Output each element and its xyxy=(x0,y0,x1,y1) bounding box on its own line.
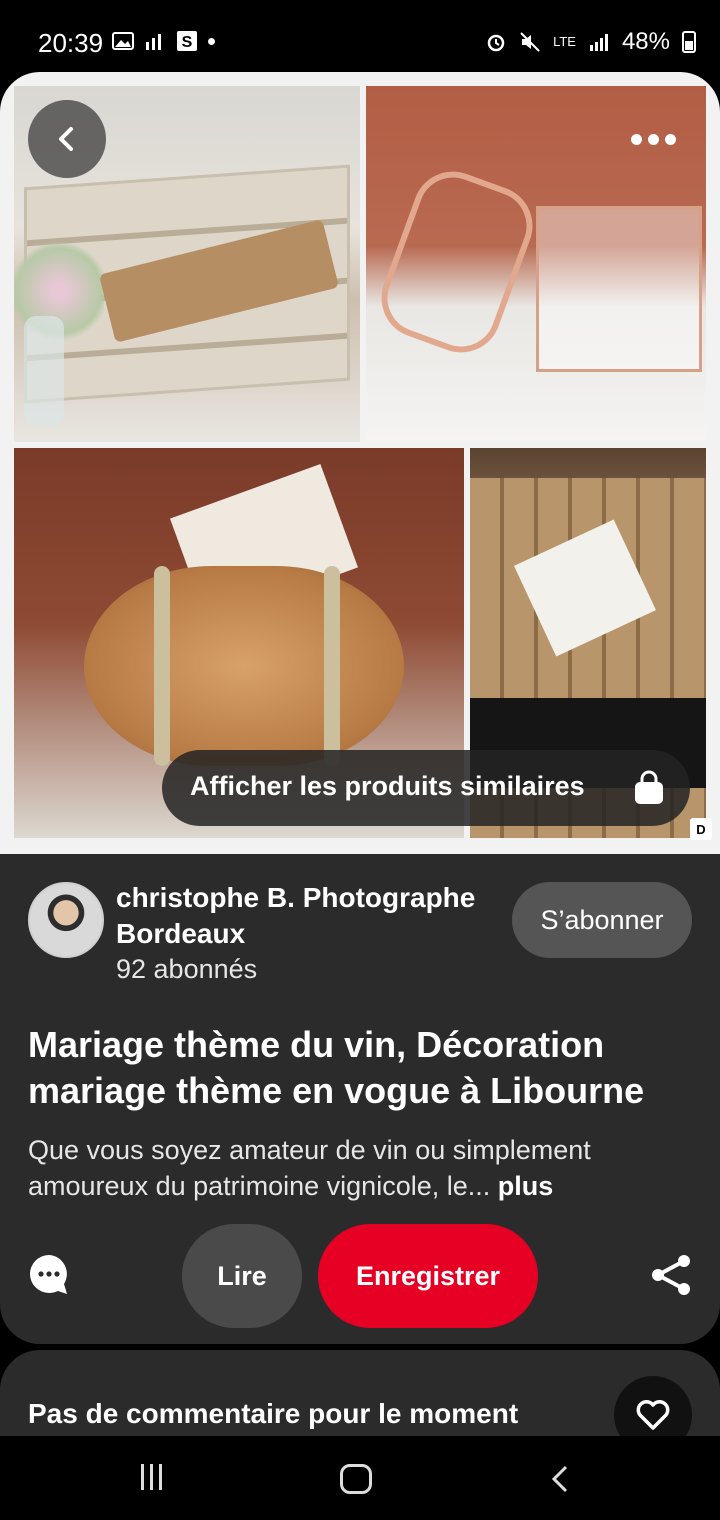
share-icon[interactable] xyxy=(648,1252,694,1298)
more-options-button[interactable] xyxy=(608,110,698,168)
comment-icon[interactable] xyxy=(26,1252,72,1298)
pin-title: Mariage thème du vin, Décoration mariage… xyxy=(28,1024,645,1111)
mute-icon xyxy=(520,32,540,52)
battery-percent: 48% xyxy=(621,28,670,55)
read-button[interactable]: Lire xyxy=(182,1224,302,1328)
similar-products-button[interactable]: Afficher les produits similaires xyxy=(162,750,690,826)
glass-card-box xyxy=(536,206,702,372)
more-notifications-dot-icon xyxy=(208,37,215,45)
creator-name[interactable]: christophe B. Photographe Bordeaux xyxy=(116,880,496,952)
heart-icon xyxy=(636,1400,670,1430)
image-notification-icon xyxy=(112,32,134,50)
status-time: 20:39 xyxy=(38,28,104,58)
status-notification-icons: S xyxy=(112,30,215,52)
barrel-hoop xyxy=(324,566,340,766)
signal-notification-icon xyxy=(146,34,161,50)
svg-text:S: S xyxy=(182,34,193,51)
comments-title: Pas de commentaire pour le moment xyxy=(28,1398,519,1429)
chevron-left-icon xyxy=(59,127,73,151)
avatar[interactable] xyxy=(28,882,104,958)
wine-barrel xyxy=(84,566,404,766)
s-app-notification-icon: S xyxy=(177,31,197,51)
back-button[interactable] xyxy=(28,100,106,178)
follower-count: 92 abonnés xyxy=(116,954,258,984)
system-back-button[interactable] xyxy=(548,1464,572,1494)
gifts-sign xyxy=(370,160,544,364)
more-dot xyxy=(664,133,676,145)
pin-description: Que vous soyez amateur de vin ou simplem… xyxy=(28,1132,698,1204)
pin-image[interactable]: Afficher les produits similaires D xyxy=(0,72,720,854)
similar-products-label: Afficher les produits similaires xyxy=(190,771,585,801)
system-navigation-bar xyxy=(0,1436,720,1520)
more-horizontal-icon xyxy=(630,133,642,145)
pin-card: Afficher les produits similaires D chris… xyxy=(0,72,720,1344)
image-watermark: D xyxy=(690,818,712,840)
shopping-bag-icon xyxy=(635,770,663,804)
status-system-icons: LTE 48% xyxy=(485,28,696,56)
more-dot xyxy=(647,133,659,145)
barrel-hoop xyxy=(154,566,170,766)
cell-signal-icon xyxy=(589,34,608,51)
battery-icon xyxy=(682,31,696,53)
glass-vase xyxy=(24,316,64,426)
home-button[interactable] xyxy=(340,1464,372,1494)
read-more-link[interactable]: plus xyxy=(498,1171,554,1201)
follow-button[interactable]: S’abonner xyxy=(512,882,692,958)
network-type: LTE xyxy=(553,34,576,49)
recent-apps-button[interactable] xyxy=(141,1464,169,1492)
alarm-icon xyxy=(487,34,505,52)
save-button[interactable]: Enregistrer xyxy=(318,1224,538,1328)
